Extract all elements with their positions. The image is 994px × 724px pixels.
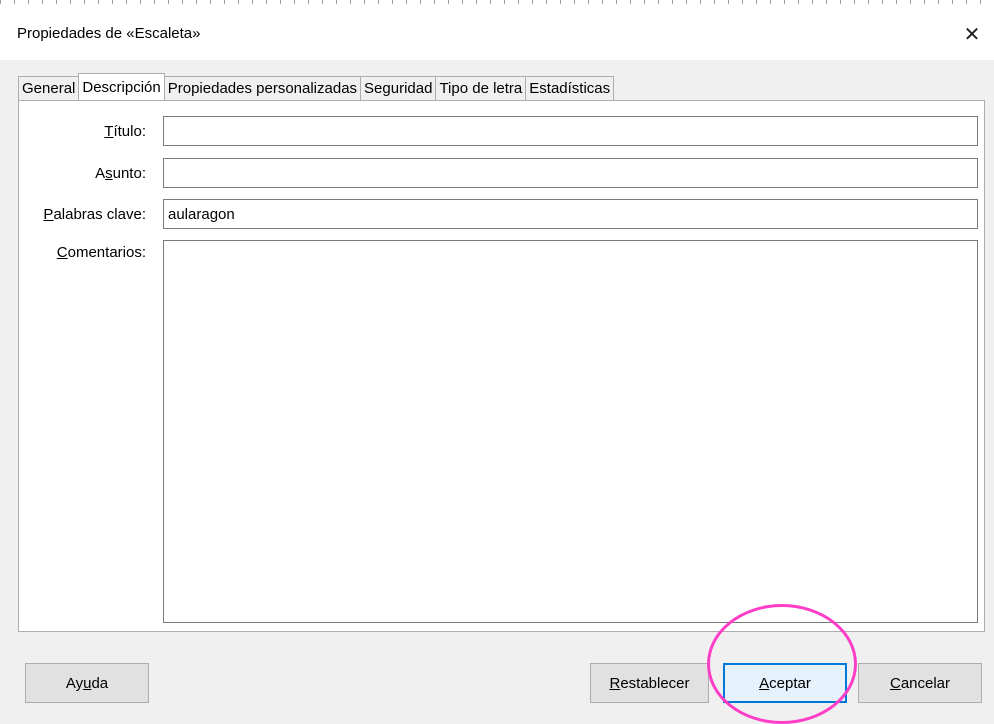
titulo-field[interactable]: [163, 116, 978, 146]
cancel-button[interactable]: Cancelar: [858, 663, 982, 703]
palabras-clave-field[interactable]: [163, 199, 978, 229]
accept-label-post: ceptar: [769, 674, 811, 692]
reset-button[interactable]: Restablecer: [590, 663, 709, 703]
cancel-label-key: C: [889, 674, 901, 692]
asunto-label: Asunto:: [95, 165, 146, 182]
reset-label-key: R: [609, 674, 621, 692]
tab-seguridad[interactable]: Seguridad: [360, 76, 437, 100]
help-button[interactable]: Ay u da: [25, 663, 149, 703]
accept-button[interactable]: Aceptar: [723, 663, 847, 703]
cancel-label-post: ancelar: [900, 674, 951, 692]
tab-general[interactable]: General: [18, 76, 80, 100]
tab-bar: General Descripción Propiedades personal…: [18, 73, 615, 100]
reset-label-post: establecer: [620, 674, 690, 692]
tab-descripcion[interactable]: Descripción: [78, 73, 165, 100]
dialog-title: Propiedades de «Escaleta»: [17, 25, 201, 42]
help-label-key: u: [83, 674, 92, 692]
help-label-post: da: [91, 674, 109, 692]
palabras-clave-label: Palabras clave:: [43, 206, 146, 223]
document-ruler: [0, 0, 994, 8]
dialog-titlebar: Propiedades de «Escaleta» ✕: [0, 8, 994, 60]
help-label-pre: Ay: [65, 674, 84, 692]
comentarios-label: Comentarios:: [56, 244, 146, 261]
tab-estadisticas[interactable]: Estadísticas: [525, 76, 615, 100]
tab-tipo-de-letra[interactable]: Tipo de letra: [435, 76, 527, 100]
titulo-label: Título:: [104, 123, 146, 140]
description-panel: Título: Asunto: Palabras clave: Comentar…: [18, 100, 985, 632]
comentarios-field[interactable]: [163, 240, 978, 623]
asunto-field[interactable]: [163, 158, 978, 188]
close-icon[interactable]: ✕: [956, 18, 988, 50]
accept-label-key: A: [759, 674, 770, 692]
tab-propiedades-personalizadas[interactable]: Propiedades personalizadas: [163, 76, 362, 100]
